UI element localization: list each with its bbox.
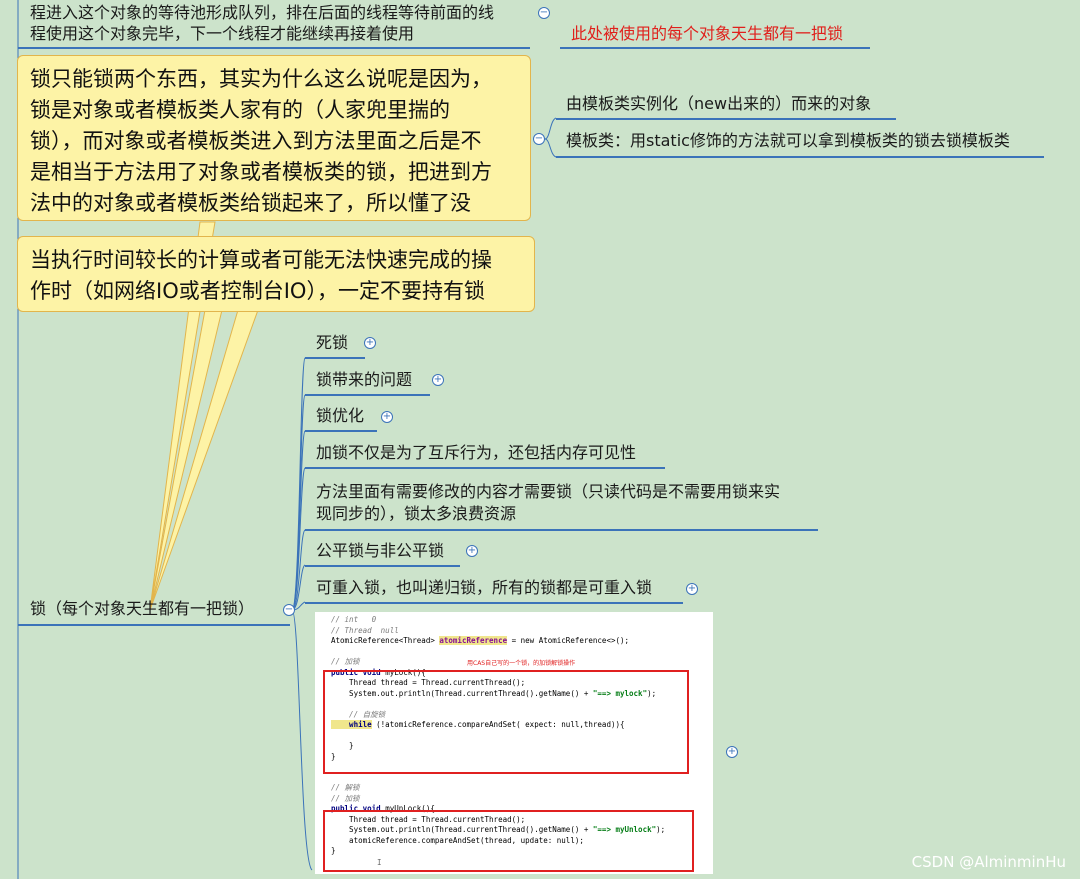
main-node-lock: 锁（每个对象天生都有一把锁）	[30, 599, 255, 618]
lock-type-object: 由模板类实例化（new出来的）而来的对象	[566, 94, 872, 113]
collapse-icon[interactable]: −	[533, 133, 545, 145]
expand-icon[interactable]: +	[466, 545, 478, 557]
branch-memory-visibility: 加锁不仅是为了互斥行为，还包括内存可见性	[316, 443, 637, 462]
branch-reentrant-lock: 可重入锁，也叫递归锁，所有的锁都是可重入锁	[316, 578, 653, 597]
top-node-line2: 程使用这个对象完毕，下一个线程才能继续再接着使用	[30, 24, 415, 43]
branch-underline	[305, 357, 365, 359]
branch-underline	[305, 430, 377, 432]
callout-line: 锁），而对象或者模板类进入到方法里面之后是不	[30, 129, 482, 153]
callout-line: 是相当于方法用了对象或者模板类的锁，把进到方	[30, 160, 492, 184]
callout-line: 法中的对象或者模板类给锁起来了，所以懂了没	[30, 191, 471, 215]
highlight-box-lock	[323, 670, 689, 774]
lock-type-template-class: 模板类：用static修饰的方法就可以拿到模板类的锁去锁模板类	[566, 131, 1010, 150]
branch-underline	[305, 565, 460, 567]
callout-line: 当执行时间较长的计算或者可能无法快速完成的操	[30, 248, 492, 272]
branch-underline	[305, 529, 818, 531]
code-screenshot: // int 0 // Thread null AtomicReference<…	[315, 612, 713, 874]
collapse-icon[interactable]: −	[538, 7, 550, 19]
watermark: CSDN @AlminminHu	[911, 853, 1066, 871]
expand-icon[interactable]: +	[686, 583, 698, 595]
branch-modify-needs-lock-line1: 方法里面有需要修改的内容才需要锁（只读代码是不需要用锁来实	[316, 482, 781, 501]
branch-deadlock: 死锁	[316, 333, 349, 352]
branch-underline	[556, 156, 1044, 158]
collapse-icon[interactable]: −	[283, 604, 295, 616]
branch-underline	[305, 467, 665, 469]
callout-io-warning: 当执行时间较长的计算或者可能无法快速完成的操 作时（如网络IO或者控制台IO），…	[17, 236, 535, 312]
expand-icon[interactable]: +	[726, 746, 738, 758]
callout-line: 作时（如网络IO或者控制台IO），一定不要持有锁	[30, 279, 485, 303]
top-node-line1: 程进入这个对象的等待池形成队列，排在后面的线程等待前面的线	[30, 3, 495, 22]
branch-underline	[305, 602, 683, 604]
expand-icon[interactable]: +	[381, 411, 393, 423]
callout-line: 锁是对象或者模板类人家有的（人家兜里揣的	[30, 98, 450, 122]
text-cursor: I	[377, 858, 382, 867]
callout-lock-explanation: 锁只能锁两个东西，其实为什么这么说呢是因为， 锁是对象或者模板类人家有的（人家兜…	[17, 55, 531, 221]
branch-modify-needs-lock-line2: 现同步的），锁太多浪费资源	[316, 504, 517, 523]
branch-underline	[556, 118, 896, 120]
callout-line: 锁只能锁两个东西，其实为什么这么说呢是因为，	[30, 67, 492, 91]
side-note-underline	[560, 47, 870, 49]
branch-lock-problems: 锁带来的问题	[316, 370, 413, 389]
expand-icon[interactable]: +	[364, 337, 376, 349]
branch-underline	[305, 394, 430, 396]
branch-fair-lock: 公平锁与非公平锁	[316, 541, 445, 560]
branch-lock-optimization: 锁优化	[316, 406, 365, 425]
expand-icon[interactable]: +	[432, 374, 444, 386]
code-annotation: 用CAS自己写的一个锁，的加锁解锁操作	[467, 660, 576, 667]
side-note: 此处被使用的每个对象天生都有一把锁	[571, 24, 844, 43]
